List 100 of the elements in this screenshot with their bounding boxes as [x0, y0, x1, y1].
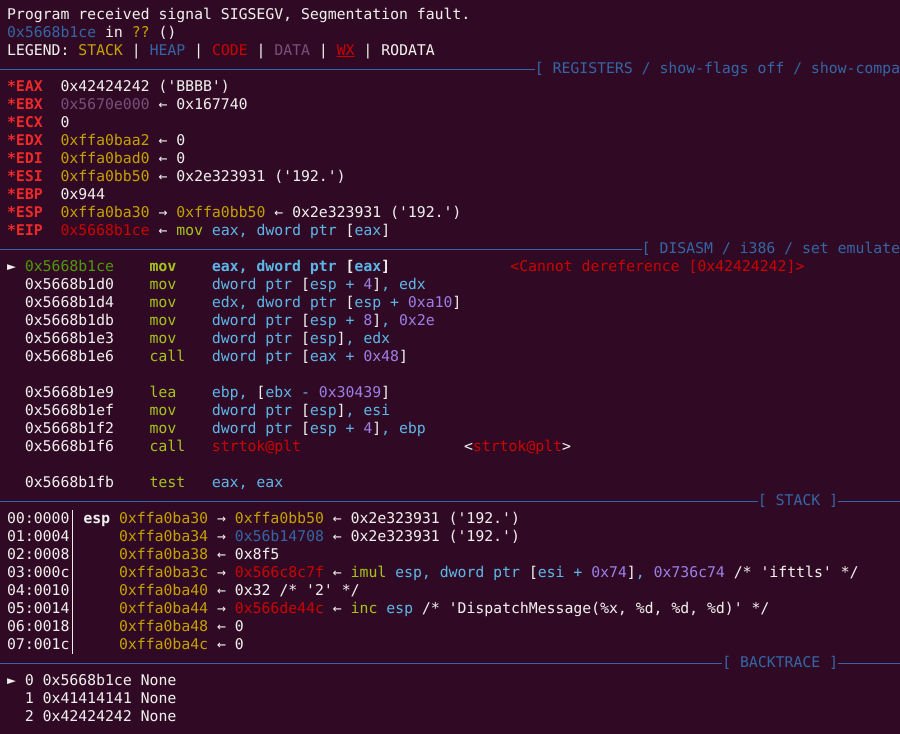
output-text: ] — [372, 276, 382, 294]
wx-label: WX — [336, 42, 355, 60]
stack-value: 0xffa0ba38 — [118, 546, 208, 564]
output-text: [ — [300, 348, 310, 366]
output-text: ← — [332, 564, 343, 582]
output-text: ← 0x2e323931 ('192.') — [332, 528, 520, 546]
instruction-operand: dword ptr — [212, 330, 294, 348]
instruction-operand: , — [381, 312, 392, 330]
instruction-operand: , edx — [346, 330, 390, 348]
instruction-operand: esp — [385, 600, 413, 618]
code-value: 0x5668b1ce — [60, 222, 150, 240]
instruction-operand: esp — [310, 402, 337, 420]
instruction-operand: esp — [310, 330, 337, 348]
register-name: esp — [83, 510, 110, 527]
instruction-operand: eax, dword ptr — [212, 258, 338, 276]
output-text: > — [562, 438, 571, 456]
instruction-operand: , ebp — [381, 420, 426, 438]
instruction-operand: eax — [354, 222, 382, 240]
instruction-address: 0x5668b1ce — [24, 258, 115, 276]
stack-value: 0xffa0bb50 — [176, 204, 266, 222]
stack-value: STACK — [78, 42, 123, 60]
instruction-address: 0x5668b1e9 — [24, 384, 115, 402]
instruction-operand: dword ptr — [212, 348, 294, 366]
output-text: ] — [398, 348, 408, 366]
stack-value: 0xffa0bad0 — [60, 150, 150, 168]
symbol-name: strtok@plt — [472, 438, 562, 456]
instruction-operand: , — [636, 564, 646, 582]
output-text: ← 0x2e323931 ('192.') — [273, 204, 462, 222]
output-text: [ — [300, 420, 310, 438]
instruction-mnemonic: imul — [350, 564, 386, 582]
data-value: DATA — [274, 42, 310, 60]
output-text: ] — [381, 258, 390, 276]
instruction-mnemonic: mov — [176, 222, 203, 240]
output-text: | — [362, 42, 374, 60]
instruction-operand: ebp, — [212, 384, 248, 402]
output-text: → — [216, 510, 227, 528]
output-text: → — [216, 528, 227, 546]
stack-offset: 04:0010 — [7, 582, 74, 600]
instruction-operand: dword ptr — [212, 276, 294, 294]
stack-value: 0xffa0ba30 — [60, 204, 150, 222]
output-text: /* 'ifttls' */ — [732, 564, 858, 582]
instruction-operand: ebx - — [265, 384, 311, 402]
instruction-mnemonic: call — [150, 348, 186, 366]
instruction-mnemonic: inc — [350, 600, 378, 618]
immediate-value: 0x736c74 — [654, 564, 725, 582]
frame-index: 2 — [24, 708, 34, 726]
instruction-address: 0x5668b1e6 — [24, 348, 115, 366]
section-header: [ STACK ] — [758, 492, 838, 510]
section-header: [ BACKTRACE ] — [722, 654, 838, 672]
frame-address: 0x5668b1ce — [42, 672, 132, 690]
output-text: Program received signal SIGSEGV, Segmentation fault. — [7, 6, 470, 24]
output-text: ← 0 — [157, 132, 186, 150]
output-text: → — [157, 204, 168, 222]
instruction-operand: dword ptr — [212, 402, 294, 420]
stack-offset: 05:0014 — [7, 600, 74, 618]
heap-value: HEAP — [150, 42, 186, 60]
instruction-address: 0x5668b1db — [24, 312, 115, 330]
instruction-operand: esp + — [310, 312, 356, 330]
stack-value: ?? — [132, 24, 150, 42]
instruction-operand: esp + — [310, 276, 356, 294]
instruction-mnemonic: mov — [150, 312, 178, 330]
stack-value: 0xffa0ba44 — [118, 600, 208, 618]
instruction-operand: , esi — [346, 402, 390, 420]
register-name: *ESI — [7, 168, 44, 186]
register-name: *EDX — [7, 132, 44, 150]
current-marker: ► — [7, 258, 16, 275]
register-name: *EAX — [7, 78, 44, 96]
stack-offset: 03:000c — [7, 564, 74, 582]
instruction-address: 0x5668b1fb — [24, 474, 115, 492]
immediate-value: 0x30439 — [318, 384, 382, 402]
immediate-value: 4 — [363, 276, 372, 294]
current-marker: ► — [7, 672, 16, 689]
stack-offset: 07:001c — [7, 636, 74, 654]
stack-offset: 00:0000 — [7, 510, 74, 528]
instruction-operand: dword ptr — [212, 312, 294, 330]
register-name: *EDI — [7, 150, 44, 168]
output-text: ← 0 — [216, 618, 244, 636]
instruction-mnemonic: test — [150, 474, 186, 492]
output-text: ] — [336, 402, 346, 420]
immediate-value: 4 — [363, 420, 372, 438]
instruction-address: 0x5668b1d0 — [24, 276, 115, 294]
frame-address: 0x42424242 — [42, 708, 132, 726]
code-value: 0x566de44c — [234, 600, 324, 618]
output-text: RODATA — [381, 42, 435, 60]
output-text: ← 0 — [157, 150, 186, 168]
register-name: *EBX — [7, 96, 44, 114]
instruction-address: 0x5668b1ef — [24, 402, 115, 420]
data-value: 0x5670e000 — [60, 96, 150, 114]
instruction-mnemonic: mov — [150, 420, 178, 438]
output-text: [ — [300, 330, 310, 348]
immediate-value: 0x48 — [363, 348, 399, 366]
immediate-value: 8 — [363, 312, 372, 330]
output-text: | — [255, 42, 266, 60]
instruction-address: 0x5668b1d4 — [24, 294, 115, 312]
stack-value: 0xffa0ba4c — [118, 636, 208, 654]
instruction-operand: eax + — [310, 348, 356, 366]
output-text: [ — [346, 294, 354, 312]
code-value: CODE — [212, 42, 248, 60]
output-text: () — [157, 24, 176, 42]
immediate-value: 0xa10 — [408, 294, 452, 312]
